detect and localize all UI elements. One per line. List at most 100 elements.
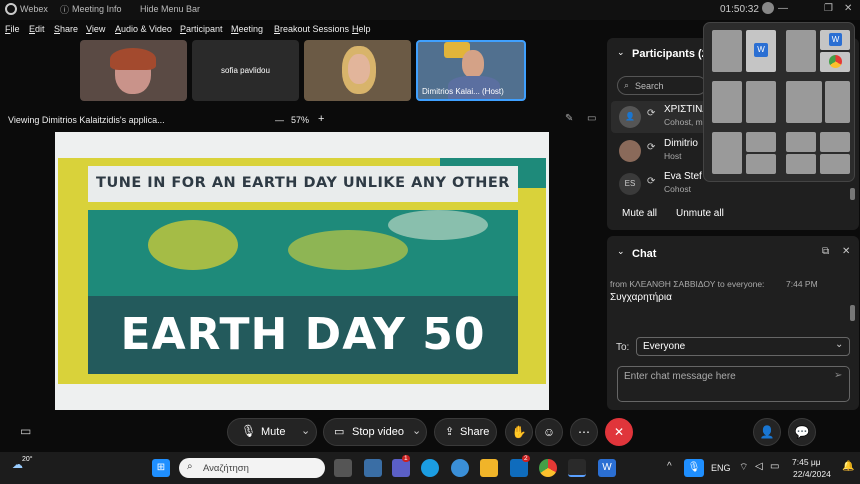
snap-zone[interactable]	[786, 132, 816, 152]
edge-icon[interactable]	[421, 459, 439, 477]
stop-video-button[interactable]: ▭ Stop video ⌄	[323, 418, 427, 446]
webex-app-icon[interactable]	[568, 459, 586, 477]
unmute-all-button[interactable]: Unmute all	[676, 208, 724, 219]
participant-name: Dimitrio	[664, 138, 698, 149]
video-tile-active-speaker[interactable]: Dimitrios Kalai... (Host)	[416, 40, 526, 101]
video-tile[interactable]: sofia pavlidou	[192, 40, 299, 101]
zoom-out-button[interactable]: —	[275, 115, 284, 125]
minimize-icon[interactable]: —	[778, 3, 788, 14]
popout-icon[interactable]: ▭	[587, 113, 596, 124]
microphone-icon[interactable]: 🎙	[684, 459, 704, 477]
menu-meeting[interactable]: Meeting	[231, 24, 263, 34]
search-icon: ⌕	[624, 80, 630, 90]
battery-icon[interactable]: ▭	[770, 461, 779, 472]
wifi-icon[interactable]: ⌔	[739, 461, 748, 474]
chevron-down-icon[interactable]: ⌄	[301, 424, 310, 437]
audio-icon: ⟳	[647, 142, 656, 153]
chat-input[interactable]: Enter chat message here ➢	[617, 366, 850, 402]
share-button[interactable]: ⇪ Share	[434, 418, 497, 446]
cloud-shape	[148, 220, 238, 270]
mute-label: Mute	[261, 426, 286, 438]
file-explorer-icon[interactable]	[480, 459, 498, 477]
avatar: 👤	[619, 106, 641, 128]
reactions-icon[interactable]: ☺	[535, 418, 563, 446]
captions-icon[interactable]: ▭	[20, 424, 31, 438]
maximize-icon[interactable]: ❐	[824, 3, 833, 14]
send-icon[interactable]: ➢	[834, 370, 842, 381]
clock-date[interactable]: 22/4/2024	[793, 469, 831, 479]
update-icon[interactable]	[451, 459, 469, 477]
collapse-icon[interactable]: ⌄	[617, 246, 625, 257]
snap-zone[interactable]	[746, 81, 776, 123]
participants-title: Participants (2	[632, 48, 708, 60]
annotate-icon[interactable]: ✎	[565, 113, 573, 124]
language-indicator[interactable]: ENG	[711, 463, 731, 473]
clock-time[interactable]: 7:45 μμ	[792, 457, 821, 467]
snap-zone[interactable]: W	[820, 30, 850, 50]
raise-hand-icon[interactable]: ✋	[505, 418, 533, 446]
chevron-down-icon[interactable]: ⌄	[412, 424, 421, 437]
audio-icon: ⟳	[647, 108, 656, 119]
more-options-icon[interactable]: ⋯	[570, 418, 598, 446]
start-icon[interactable]: ⊞	[152, 459, 170, 477]
slide-big-title: EARTH DAY 50	[120, 309, 486, 360]
participants-scrollbar[interactable]	[850, 188, 855, 200]
snap-zone[interactable]	[746, 132, 776, 152]
snap-zone[interactable]	[786, 154, 816, 174]
popout-icon[interactable]: ⧉	[822, 246, 829, 257]
close-icon[interactable]: ✕	[842, 246, 850, 257]
notification-icon[interactable]: 🔔	[842, 461, 854, 472]
snap-zone[interactable]	[820, 132, 850, 152]
snap-zone[interactable]	[746, 154, 776, 174]
menu-file[interactable]: File	[5, 24, 20, 34]
meeting-info-button[interactable]: Meeting Info	[72, 4, 122, 14]
webex-logo-icon	[5, 3, 17, 15]
word-icon[interactable]: W	[598, 459, 616, 477]
participant-search-input[interactable]: ⌕ Search	[617, 76, 707, 95]
volume-icon[interactable]: ◁	[755, 461, 763, 472]
video-tile[interactable]	[304, 40, 411, 101]
snap-zone[interactable]: W	[746, 30, 776, 72]
mute-all-button[interactable]: Mute all	[622, 208, 657, 219]
snap-zone[interactable]	[712, 132, 742, 174]
video-tile[interactable]	[80, 40, 187, 101]
chat-message: Συγχαρητήρια	[610, 292, 672, 303]
close-icon[interactable]: ✕	[844, 3, 852, 14]
task-view-icon[interactable]	[334, 459, 352, 477]
to-label: To:	[616, 342, 630, 353]
collapse-icon[interactable]: ⌄	[617, 47, 625, 58]
menu-view[interactable]: View	[86, 24, 105, 34]
settings-icon[interactable]	[762, 2, 774, 14]
share-icon: ⇪	[445, 426, 455, 438]
chrome-icon[interactable]	[539, 459, 557, 477]
snap-zone[interactable]	[820, 52, 850, 72]
snap-zone[interactable]	[786, 30, 816, 72]
menu-participant[interactable]: Participant	[180, 24, 223, 34]
zoom-in-button[interactable]: +	[318, 113, 324, 125]
snap-zone[interactable]	[825, 81, 850, 123]
menu-help[interactable]: Help	[352, 24, 371, 34]
chat-scrollbar[interactable]	[850, 305, 855, 321]
mute-button[interactable]: 🎙 Mute ⌄	[227, 418, 317, 446]
taskbar-search[interactable]: ⌕ Αναζήτηση	[179, 458, 325, 478]
info-icon[interactable]: ⓘ	[60, 3, 69, 16]
chat-toggle-icon[interactable]: 💬	[788, 418, 816, 446]
avatar: ES	[619, 173, 641, 195]
menu-edit[interactable]: Edit	[29, 24, 45, 34]
recipient-select[interactable]: Everyone ⌄	[636, 337, 850, 356]
chat-time: 7:44 PM	[786, 279, 818, 289]
snap-zone[interactable]	[712, 81, 742, 123]
hide-menu-bar-button[interactable]: Hide Menu Bar	[140, 4, 200, 14]
snap-zone[interactable]	[712, 30, 742, 72]
menu-audio-video[interactable]: Audio & Video	[115, 24, 172, 34]
participants-toggle-icon[interactable]: 👤	[753, 418, 781, 446]
store-icon[interactable]	[364, 459, 382, 477]
chevron-up-icon[interactable]: ^	[667, 461, 672, 472]
menu-share[interactable]: Share	[54, 24, 78, 34]
end-call-icon[interactable]: ✕	[605, 418, 633, 446]
weather-temp: 20°	[22, 456, 33, 463]
menu-breakout-sessions[interactable]: Breakout Sessions	[274, 24, 349, 34]
snap-zone[interactable]	[820, 154, 850, 174]
teams-badge: 1	[402, 455, 410, 462]
snap-zone[interactable]	[786, 81, 822, 123]
